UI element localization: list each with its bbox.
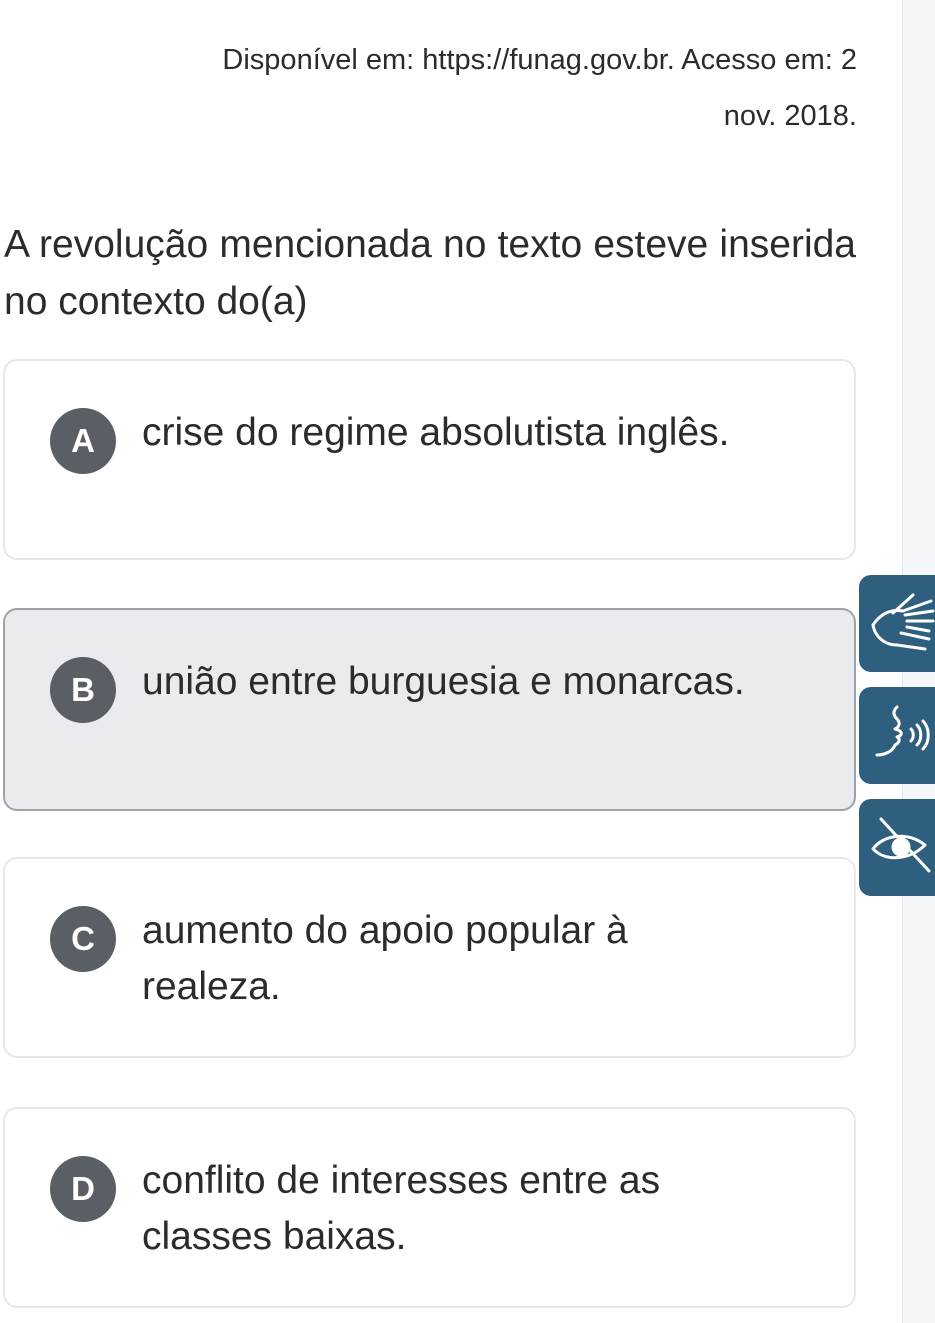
option-a[interactable]: A crise do regime absolutista inglês. (3, 359, 856, 560)
option-text: crise do regime absolutista inglês. (142, 411, 730, 454)
source-citation-line-2: nov. 2018. (723, 100, 857, 132)
speaking-head-audio-icon (875, 705, 930, 757)
option-letter-badge: B (50, 657, 116, 723)
option-text: união entre burguesia e monarcas. (142, 660, 745, 703)
source-citation-line-1: Disponível em: https://funag.gov.br. Ace… (222, 44, 857, 76)
option-c[interactable]: C aumento do apoio popular à realeza. (3, 857, 856, 1058)
option-letter-badge: C (50, 906, 116, 972)
option-letter-badge: D (50, 1156, 116, 1222)
option-text: conflito de interesses entre as classes … (142, 1159, 661, 1258)
libras-sign-language-button[interactable] (859, 575, 935, 672)
question-stem: A revolução mencionada no texto esteve i… (4, 223, 856, 323)
low-vision-contrast-button[interactable] (859, 799, 935, 896)
eye-low-vision-icon (871, 817, 931, 873)
audio-reader-button[interactable] (859, 687, 935, 784)
option-letter-badge: A (50, 408, 116, 474)
option-text: aumento do apoio popular à realeza. (142, 909, 628, 1008)
option-d[interactable]: D conflito de interesses entre as classe… (3, 1107, 856, 1308)
option-b[interactable]: B união entre burguesia e monarcas. (3, 608, 856, 811)
sign-language-hands-icon (871, 593, 935, 651)
